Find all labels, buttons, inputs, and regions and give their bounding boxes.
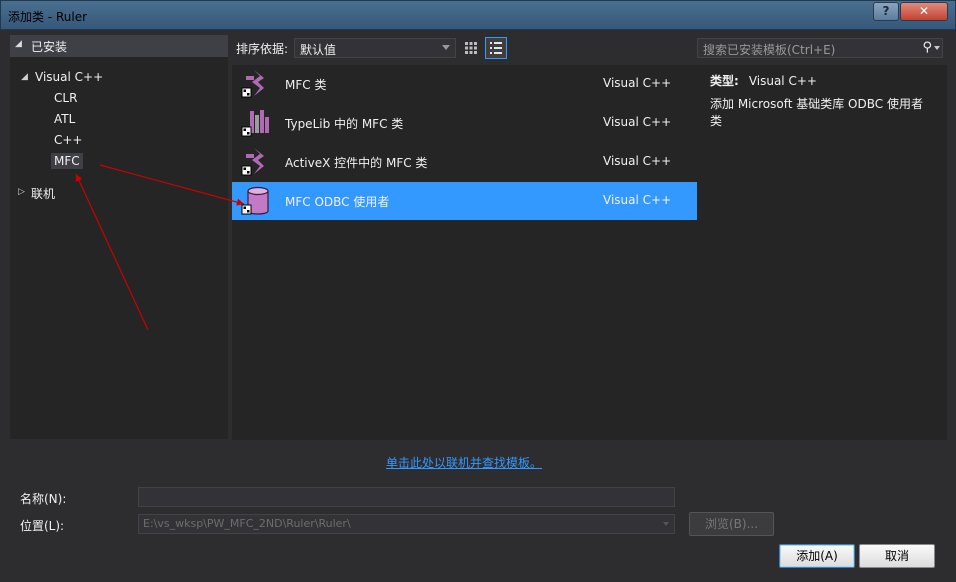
template-name: MFC 类 bbox=[285, 78, 327, 92]
tree-header-label: 已安装 bbox=[31, 40, 68, 54]
location-value: E:\vs_wksp\PW_MFC_2ND\Ruler\Ruler\ bbox=[143, 517, 351, 530]
browse-button[interactable]: 浏览(B)... bbox=[689, 512, 774, 536]
sort-dropdown[interactable]: 默认值 bbox=[294, 38, 456, 58]
template-row-typelib[interactable]: TypeLib 中的 MFC 类 Visual C++ bbox=[232, 104, 697, 142]
database-icon bbox=[241, 186, 269, 215]
tree-node-clr[interactable]: CLR bbox=[54, 91, 77, 105]
location-label: 位置(L): bbox=[20, 519, 65, 533]
description-type: 类型: Visual C++ bbox=[710, 72, 817, 89]
collapsed-icon: ▷ bbox=[18, 187, 25, 197]
template-row-activex[interactable]: ActiveX 控件中的 MFC 类 Visual C++ bbox=[232, 143, 697, 181]
typelib-icon bbox=[241, 110, 269, 137]
add-button[interactable]: 添加(A) bbox=[779, 544, 855, 568]
tree-node-label: 联机 bbox=[31, 187, 56, 201]
template-language: Visual C++ bbox=[603, 76, 672, 90]
sort-value: 默认值 bbox=[300, 43, 337, 57]
cancel-button[interactable]: 取消 bbox=[859, 544, 935, 568]
find-templates-online-link[interactable]: 单击此处以联机并查找模板。 bbox=[386, 454, 542, 471]
chevron-down-icon bbox=[663, 522, 669, 526]
template-row-mfc-class[interactable]: MFC 类 Visual C++ bbox=[232, 65, 697, 103]
grid-view-icon bbox=[465, 42, 477, 54]
list-view-icon bbox=[490, 42, 502, 54]
mfc-class-icon bbox=[241, 70, 264, 98]
template-row-mfc-odbc[interactable]: MFC ODBC 使用者 Visual C++ bbox=[232, 182, 697, 220]
expanded-icon: ◢ bbox=[21, 72, 28, 82]
name-label: 名称(N): bbox=[20, 492, 67, 506]
tree-node-visual-cpp[interactable]: ◢ Visual C++ bbox=[21, 70, 104, 84]
template-language: Visual C++ bbox=[603, 154, 672, 168]
collapse-icon: ◢ bbox=[15, 39, 22, 49]
tree-node-atl[interactable]: ATL bbox=[54, 112, 75, 126]
search-options-icon[interactable] bbox=[934, 46, 940, 50]
activex-icon bbox=[241, 148, 264, 176]
title-bar: 添加类 - Ruler ? ✕ bbox=[0, 0, 956, 30]
sort-label: 排序依据: bbox=[236, 42, 289, 56]
search-icon[interactable]: ⚲ bbox=[922, 40, 932, 55]
small-icons-view-button[interactable] bbox=[460, 37, 482, 59]
search-input[interactable]: 搜索已安装模板(Ctrl+E) ⚲ bbox=[697, 38, 943, 58]
tree-header-installed[interactable]: ◢ 已安装 bbox=[10, 35, 228, 57]
type-value: Visual C++ bbox=[748, 74, 817, 88]
location-field[interactable]: E:\vs_wksp\PW_MFC_2ND\Ruler\Ruler\ bbox=[138, 514, 675, 534]
close-button[interactable]: ✕ bbox=[900, 2, 948, 21]
list-view-button[interactable] bbox=[485, 37, 507, 59]
tree-node-label: Visual C++ bbox=[35, 70, 104, 84]
tree-node-cpp[interactable]: C++ bbox=[54, 133, 83, 147]
template-name: ActiveX 控件中的 MFC 类 bbox=[285, 156, 428, 170]
search-placeholder: 搜索已安装模板(Ctrl+E) bbox=[703, 43, 836, 57]
tree-node-mfc[interactable]: MFC bbox=[51, 153, 83, 169]
template-language: Visual C++ bbox=[603, 193, 672, 207]
template-tree bbox=[10, 35, 228, 439]
tree-node-online[interactable]: ▷ 联机 bbox=[18, 185, 56, 202]
window-title: 添加类 - Ruler bbox=[8, 10, 88, 24]
name-field[interactable] bbox=[138, 487, 675, 507]
template-name: TypeLib 中的 MFC 类 bbox=[285, 117, 404, 131]
description-text: 添加 Microsoft 基础类库 ODBC 使用者类 bbox=[710, 97, 923, 128]
help-button[interactable]: ? bbox=[873, 2, 899, 21]
type-label: 类型: bbox=[710, 74, 739, 88]
template-language: Visual C++ bbox=[603, 115, 672, 129]
template-name: MFC ODBC 使用者 bbox=[285, 195, 390, 209]
chevron-down-icon bbox=[442, 45, 450, 50]
